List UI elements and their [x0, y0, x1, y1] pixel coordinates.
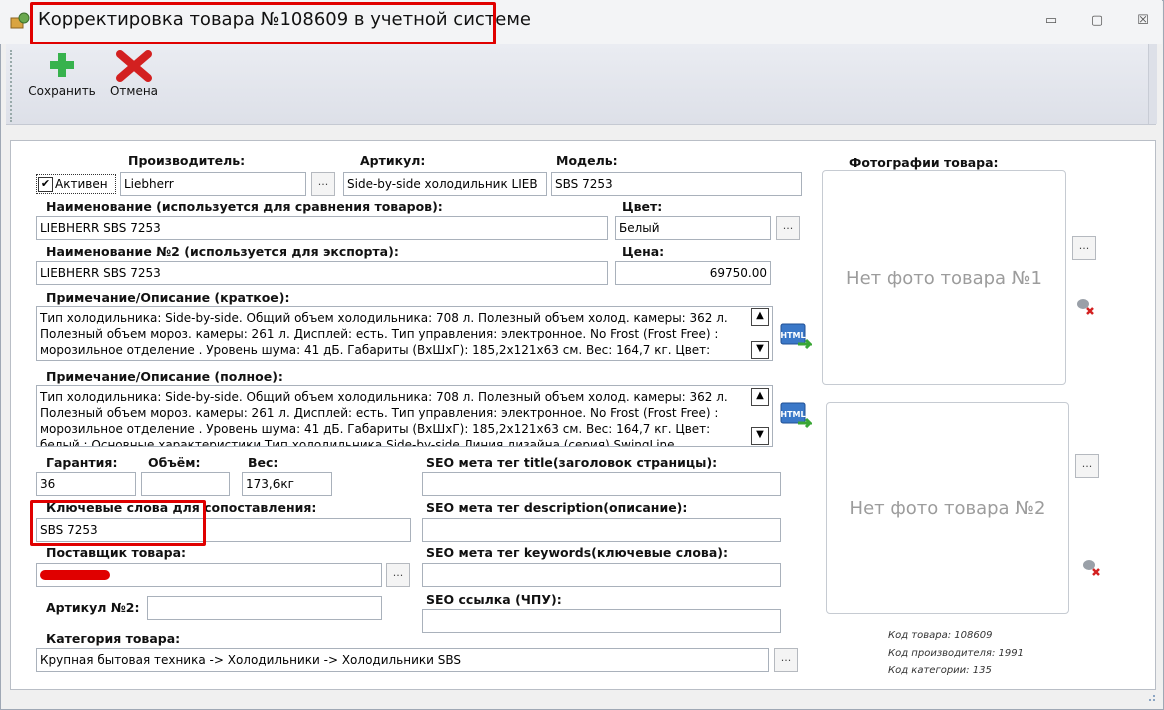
maximize-button[interactable]: ▢	[1086, 12, 1108, 30]
toolbar-overflow[interactable]	[1148, 44, 1157, 124]
html-export-icon[interactable]: HTML	[780, 322, 812, 352]
manufacturer-input[interactable]: Liebherr	[120, 172, 306, 196]
seo-description-label: SEO мета тег description(описание):	[426, 500, 688, 515]
article-input[interactable]: Side-by-side холодильник LIEB	[343, 172, 547, 196]
price-input[interactable]: 69750.00	[615, 261, 771, 285]
html-export-icon-2[interactable]: HTML	[780, 401, 812, 431]
toolbar-grip[interactable]	[10, 50, 15, 122]
full-desc-line-1: Тип холодильника: Side-by-side. Общий об…	[40, 390, 728, 404]
seo-title-input[interactable]	[422, 472, 781, 496]
minimize-button[interactable]: ▭	[1040, 12, 1062, 30]
volume-input[interactable]	[141, 472, 230, 496]
close-button[interactable]: ☒	[1132, 12, 1154, 30]
supplier-browse-button[interactable]: ...	[386, 563, 410, 587]
model-input[interactable]: SBS 7253	[551, 172, 802, 196]
full-desc-line-2: Полезный объем мороз. камеры: 261 л. Дис…	[40, 406, 719, 420]
seo-link-label: SEO ссылка (ЧПУ):	[426, 592, 562, 607]
photo2-delete-icon[interactable]	[1081, 557, 1101, 577]
cancel-x-icon	[116, 50, 152, 82]
checkbox-check-icon: ✔	[38, 177, 53, 192]
short-desc-label: Примечание/Описание (краткое):	[46, 290, 290, 305]
title-highlight-box	[30, 2, 496, 45]
save-button[interactable]: Сохранить	[24, 50, 100, 110]
full-desc-label: Примечание/Описание (полное):	[46, 369, 283, 384]
svg-text:HTML: HTML	[780, 331, 805, 340]
seo-link-input[interactable]	[422, 609, 781, 633]
photo1-browse-button[interactable]: ...	[1072, 236, 1096, 260]
seo-keywords-input[interactable]	[422, 563, 781, 587]
color-browse-button[interactable]: ...	[776, 216, 800, 240]
photo-slot-2[interactable]: Нет фото товара №2	[826, 402, 1069, 614]
seo-keywords-label: SEO мета тег keywords(ключевые слова):	[426, 545, 728, 560]
resize-grip-icon[interactable]	[1144, 690, 1156, 702]
category-browse-button[interactable]: ...	[774, 648, 798, 672]
supplier-input[interactable]	[36, 563, 382, 587]
manufacturer-browse-button[interactable]: ...	[311, 172, 335, 196]
name-label: Наименование (используется для сравнения…	[46, 199, 443, 214]
name2-input[interactable]: LIEBHERR SBS 7253	[36, 261, 608, 285]
svg-text:HTML: HTML	[780, 410, 805, 419]
short-desc-line-3: морозильное отделение . Уровень шума: 41…	[40, 343, 711, 357]
category-code: Код категории: 135	[888, 665, 992, 676]
price-label: Цена:	[622, 244, 665, 259]
full-desc-line-3: морозильное отделение . Уровень шума: 41…	[40, 422, 711, 436]
photo1-delete-icon[interactable]	[1075, 296, 1095, 316]
short-desc-textarea[interactable]: Тип холодильника: Side-by-side. Общий об…	[36, 306, 773, 361]
manufacturer-label: Производитель:	[128, 153, 246, 168]
keywords-highlight-box	[30, 500, 206, 546]
full-desc-scroll-up[interactable]: ▲	[751, 388, 769, 406]
category-label: Категория товара:	[46, 631, 181, 646]
product-code: Код товара: 108609	[888, 630, 993, 641]
toolbar	[6, 44, 1156, 125]
photos-label: Фотографии товара:	[849, 155, 999, 170]
name2-label: Наименование №2 (используется для экспор…	[46, 244, 399, 259]
color-label: Цвет:	[622, 199, 663, 214]
plus-icon	[50, 53, 74, 77]
weight-label: Вес:	[248, 455, 279, 470]
photo-slot-1[interactable]: Нет фото товара №1	[822, 170, 1066, 385]
supplier-label: Поставщик товара:	[46, 545, 187, 560]
cancel-label: Отмена	[109, 84, 159, 98]
category-input[interactable]: Крупная бытовая техника -> Холодильники …	[36, 648, 769, 672]
color-input[interactable]: Белый	[615, 216, 771, 240]
weight-input[interactable]: 173,6кг	[242, 472, 332, 496]
short-desc-line-1: Тип холодильника: Side-by-side. Общий об…	[40, 311, 728, 325]
seo-description-input[interactable]	[422, 518, 781, 542]
article2-label: Артикул №2:	[46, 600, 140, 615]
warranty-input[interactable]: 36	[36, 472, 136, 496]
name-input[interactable]: LIEBHERR SBS 7253	[36, 216, 608, 240]
full-desc-textarea[interactable]: Тип холодильника: Side-by-side. Общий об…	[36, 385, 773, 447]
warranty-label: Гарантия:	[46, 455, 118, 470]
article2-input[interactable]	[147, 596, 382, 620]
save-label: Сохранить	[28, 84, 96, 98]
full-desc-line-4: белый ; Основные характеристики Тип холо…	[40, 438, 675, 447]
active-label: Активен	[55, 177, 108, 191]
article-label: Артикул:	[360, 153, 426, 168]
short-desc-line-2: Полезный объем мороз. камеры: 261 л. Дис…	[40, 327, 719, 341]
short-desc-scroll-up[interactable]: ▲	[751, 308, 769, 326]
volume-label: Объём:	[148, 455, 201, 470]
short-desc-scroll-down[interactable]: ▼	[751, 341, 769, 359]
model-label: Модель:	[556, 153, 618, 168]
redacted-mark	[40, 570, 110, 580]
app-icon	[10, 12, 30, 29]
manufacturer-code: Код производителя: 1991	[888, 648, 1024, 659]
full-desc-scroll-down[interactable]: ▼	[751, 427, 769, 445]
photo2-browse-button[interactable]: ...	[1075, 454, 1099, 478]
seo-title-label: SEO мета тег title(заголовок страницы):	[426, 455, 718, 470]
active-checkbox[interactable]: ✔ Активен	[36, 174, 116, 194]
cancel-button[interactable]: Отмена	[104, 50, 164, 110]
